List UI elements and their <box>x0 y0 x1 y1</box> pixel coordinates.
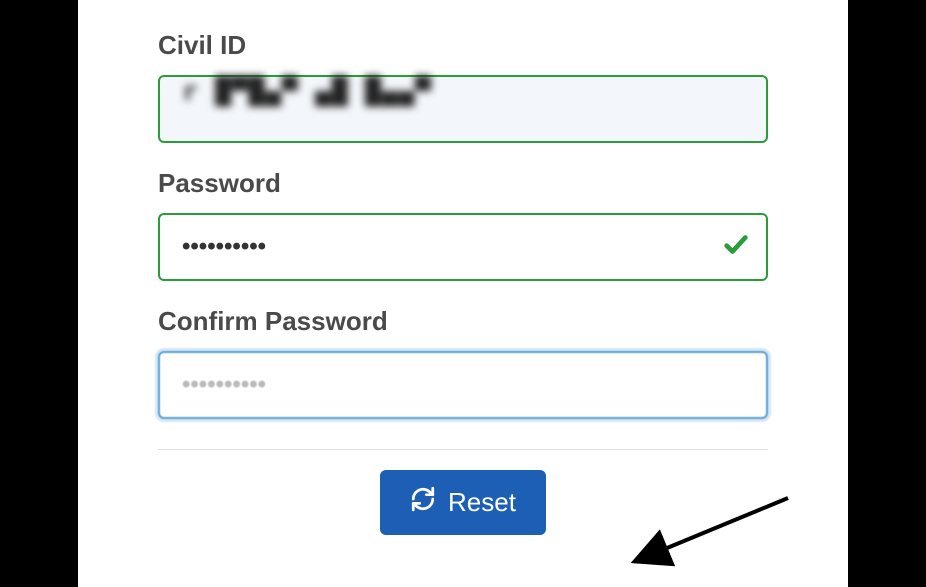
civil-id-wrapper: r █▀█▄▀ ▄█ █▄▄▀ <box>158 75 768 143</box>
civil-id-label: Civil ID <box>158 30 768 61</box>
check-icon <box>722 231 750 264</box>
civil-id-value: r █▀█▄▀ ▄█ █▄▄▀ <box>182 77 432 107</box>
form-divider <box>158 449 768 450</box>
button-row: Reset <box>158 470 768 535</box>
confirm-password-input[interactable] <box>158 351 768 419</box>
password-label: Password <box>158 168 768 199</box>
password-input[interactable] <box>158 213 768 281</box>
reset-password-form: Civil ID r █▀█▄▀ ▄█ █▄▄▀ Password Confir… <box>78 0 848 587</box>
password-group: Password <box>158 168 768 281</box>
refresh-icon <box>410 486 436 519</box>
confirm-password-wrapper <box>158 351 768 419</box>
reset-button[interactable]: Reset <box>380 470 546 535</box>
civil-id-input[interactable]: r █▀█▄▀ ▄█ █▄▄▀ <box>158 75 768 143</box>
reset-button-label: Reset <box>448 487 516 518</box>
civil-id-group: Civil ID r █▀█▄▀ ▄█ █▄▄▀ <box>158 30 768 143</box>
password-wrapper <box>158 213 768 281</box>
confirm-password-group: Confirm Password <box>158 306 768 419</box>
confirm-password-label: Confirm Password <box>158 306 768 337</box>
